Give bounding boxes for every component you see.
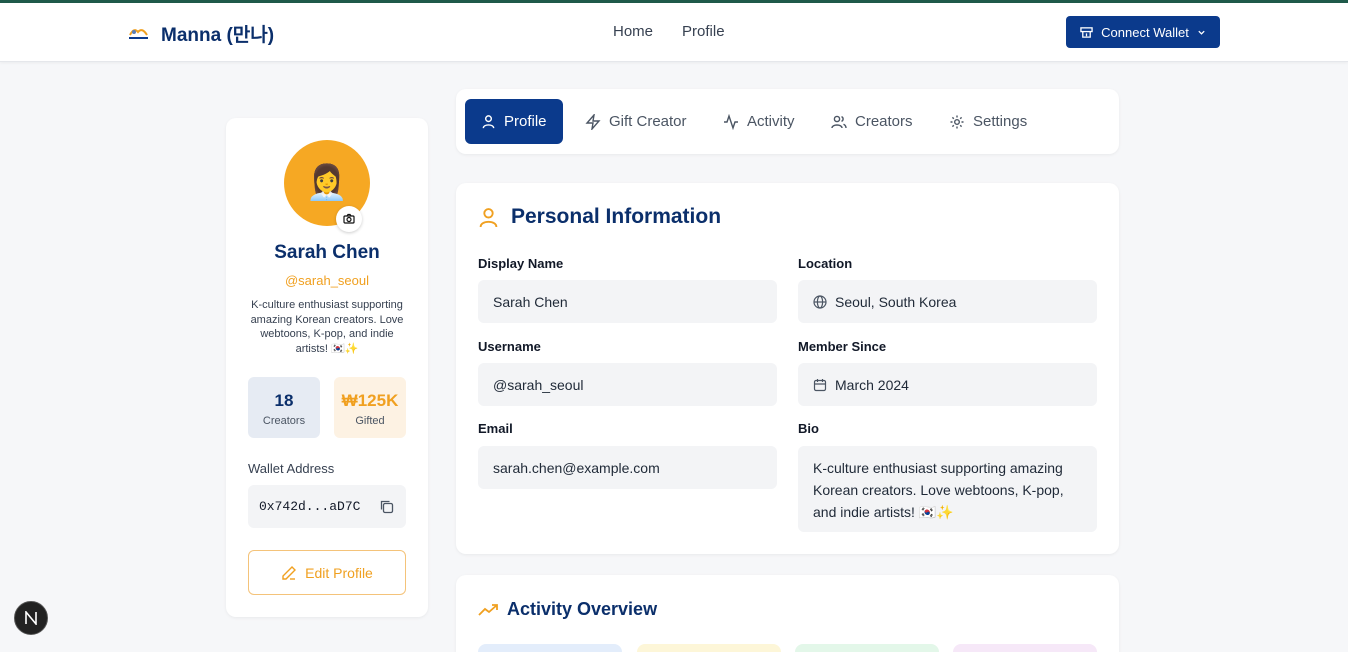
location-label: Location — [798, 256, 853, 271]
display-name-value: Sarah Chen — [493, 293, 568, 310]
wallet-address-box: 0x742d...aD7C — [248, 485, 406, 528]
stat-gifted: ₩125K Gifted — [334, 377, 406, 438]
users-icon — [831, 115, 847, 128]
stat-creators-value: 18 — [274, 391, 294, 410]
user-icon — [479, 207, 498, 227]
pencil-icon — [282, 565, 297, 580]
app-title: Manna (만나) — [161, 25, 275, 46]
copy-icon[interactable] — [379, 499, 394, 514]
wallet-address-label: Wallet Address — [248, 461, 335, 476]
wallet-address: 0x742d...aD7C — [259, 499, 361, 514]
display-name-label: Display Name — [478, 256, 564, 271]
username-label: Username — [478, 339, 541, 354]
activity-heading: Activity Overview — [478, 599, 657, 620]
member-since-field: March 2024 — [798, 363, 1097, 406]
stat-gifted-label: Gifted — [355, 415, 385, 427]
n-logo-icon — [25, 611, 37, 625]
nav-home[interactable]: Home — [613, 23, 653, 40]
app-header: Manna (만나) Home Profile Connect Wallet — [0, 3, 1348, 62]
tab-creators-label: Creators — [855, 113, 913, 130]
stat-gifted-value: ₩125K — [341, 391, 399, 410]
section-heading: Personal Information — [478, 205, 721, 229]
tab-settings-label: Settings — [973, 113, 1028, 130]
globe-icon — [813, 294, 827, 309]
profile-name: Sarah Chen — [274, 242, 380, 263]
activity-overview-card: Activity Overview — [456, 575, 1119, 652]
main-nav: Home Profile — [613, 23, 725, 40]
tab-profile[interactable]: Profile — [465, 99, 563, 144]
activity-overview-title: Activity Overview — [507, 599, 658, 619]
stat-creators-label: Creators — [262, 415, 306, 427]
camera-icon — [343, 213, 355, 224]
member-since-label: Member Since — [798, 339, 887, 354]
connect-wallet-button[interactable]: Connect Wallet — [1066, 16, 1220, 48]
wallet-icon — [1080, 26, 1093, 38]
chevron-down-icon — [1198, 30, 1205, 35]
connect-wallet-label: Connect Wallet — [1101, 24, 1189, 40]
username-value: @sarah_seoul — [493, 376, 584, 393]
personal-info-title: Personal Information — [511, 205, 722, 228]
email-value: sarah.chen@example.com — [493, 459, 660, 476]
personal-info-card: Personal Information Display Name Sarah … — [456, 183, 1119, 554]
overview-tile — [953, 644, 1097, 652]
user-icon — [482, 115, 495, 129]
overview-tile — [795, 644, 939, 652]
tab-creators[interactable]: Creators — [831, 99, 913, 144]
change-photo-button[interactable] — [336, 206, 362, 232]
trending-up-icon — [478, 603, 498, 616]
member-since-value: March 2024 — [835, 376, 909, 393]
overview-tile — [478, 644, 622, 652]
calendar-icon — [813, 378, 827, 391]
tab-profile-label: Profile — [504, 113, 547, 130]
tab-settings[interactable]: Settings — [949, 99, 1027, 144]
profile-card: 👩‍💼 Sarah Chen @sarah_seoul K-culture en… — [226, 118, 428, 617]
email-label: Email — [478, 421, 513, 436]
bio-label: Bio — [798, 421, 819, 436]
bio-value: K-culture enthusiast supporting amazing … — [813, 460, 1064, 520]
activity-icon — [724, 113, 738, 130]
tab-activity-label: Activity — [747, 113, 795, 130]
tab-activity[interactable]: Activity — [723, 99, 795, 144]
dev-tools-badge[interactable] — [14, 601, 48, 635]
email-field: sarah.chen@example.com — [478, 446, 777, 489]
zap-icon — [585, 113, 601, 130]
display-name-field: Sarah Chen — [478, 280, 777, 323]
avatar-emoji: 👩‍💼 — [305, 164, 349, 202]
edit-profile-label: Edit Profile — [305, 564, 373, 581]
logo[interactable]: Manna (만나) — [128, 20, 274, 47]
profile-bio: K-culture enthusiast supporting amazing … — [250, 299, 404, 355]
tab-gift-creator-label: Gift Creator — [609, 113, 687, 130]
overview-tile — [637, 644, 781, 652]
edit-profile-button[interactable]: Edit Profile — [248, 550, 406, 595]
manna-logo-icon — [129, 29, 148, 39]
username-field: @sarah_seoul — [478, 363, 777, 406]
tab-gift-creator[interactable]: Gift Creator — [585, 99, 687, 144]
location-value: Seoul, South Korea — [835, 293, 957, 310]
location-field: Seoul, South Korea — [798, 280, 1097, 323]
bio-field: K-culture enthusiast supporting amazing … — [798, 446, 1097, 532]
nav-profile[interactable]: Profile — [682, 23, 725, 40]
tab-bar: Profile Gift Creator Activity Creators S… — [456, 89, 1119, 154]
profile-handle: @sarah_seoul — [284, 273, 370, 288]
stat-creators: 18 Creators — [248, 377, 320, 438]
gear-icon — [950, 115, 964, 128]
